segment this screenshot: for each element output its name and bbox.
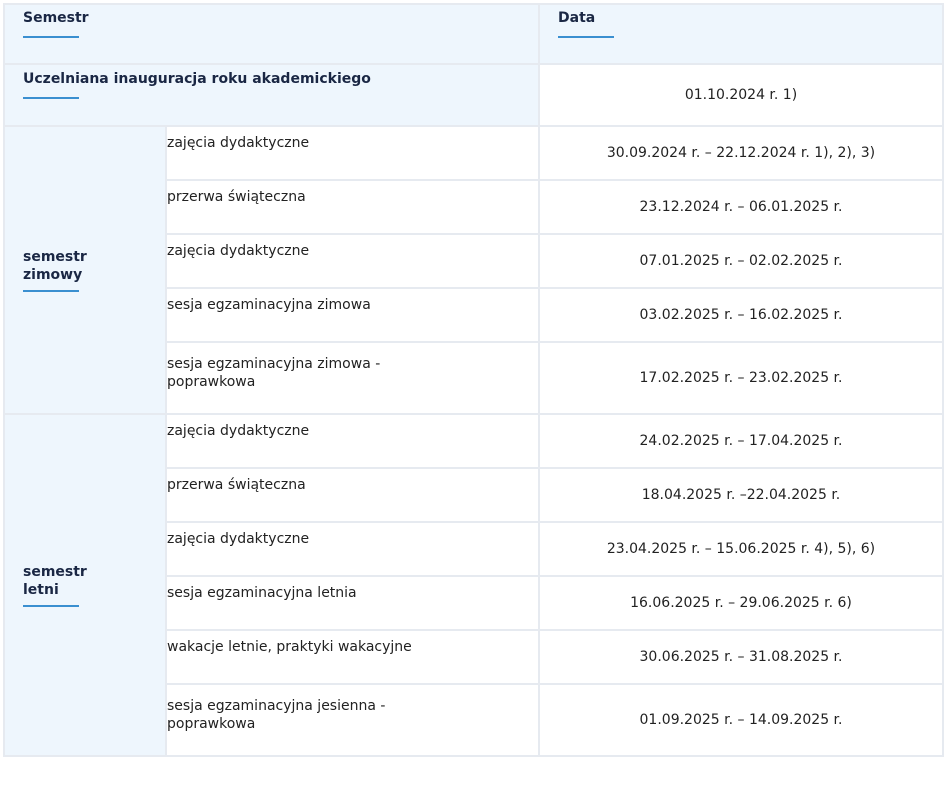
activity-cell: sesja egzaminacyjna zimowa - poprawkowa bbox=[165, 341, 540, 415]
semester-winter-label-1: semestr bbox=[23, 249, 87, 265]
activity-label: sesja egzaminacyjna jesienna - poprawkow… bbox=[167, 698, 386, 732]
semester-summer-cell: semestr letni bbox=[3, 413, 167, 757]
header-semestr-cell: Semestr bbox=[3, 3, 540, 65]
underline-accent bbox=[558, 36, 614, 38]
activity-cell: zajęcia dydaktyczne bbox=[165, 521, 540, 577]
activity-label: sesja egzaminacyjna zimowa bbox=[167, 297, 371, 313]
activity-cell: zajęcia dydaktyczne bbox=[165, 233, 540, 289]
activity-cell: sesja egzaminacyjna jesienna - poprawkow… bbox=[165, 683, 540, 757]
inauguration-label-cell: Uczelniana inauguracja roku akademickieg… bbox=[3, 63, 540, 127]
date-cell: 17.02.2025 r. – 23.02.2025 r. bbox=[538, 341, 944, 415]
underline-accent bbox=[23, 97, 79, 99]
activity-cell: wakacje letnie, praktyki wakacyjne bbox=[165, 629, 540, 685]
inauguration-date: 01.10.2024 r. 1) bbox=[538, 63, 944, 127]
inauguration-label: Uczelniana inauguracja roku akademickieg… bbox=[23, 71, 371, 87]
activity-label: zajęcia dydaktyczne bbox=[167, 531, 310, 547]
activity-label: przerwa świąteczna bbox=[167, 477, 306, 493]
semester-summer-label-2: letni bbox=[23, 582, 59, 598]
date-cell: 30.06.2025 r. – 31.08.2025 r. bbox=[538, 629, 944, 685]
activity-cell: przerwa świąteczna bbox=[165, 467, 540, 523]
header-data: Data bbox=[558, 10, 596, 26]
table-row: semestr letni zajęcia dydaktyczne 24.02.… bbox=[3, 413, 944, 757]
activity-label: przerwa świąteczna bbox=[167, 189, 306, 205]
inauguration-row: Uczelniana inauguracja roku akademickieg… bbox=[3, 63, 944, 127]
underline-accent bbox=[23, 605, 79, 607]
activity-cell: sesja egzaminacyjna letnia bbox=[165, 575, 540, 631]
header-data-cell: Data bbox=[538, 3, 944, 65]
table-header-row: Semestr Data bbox=[3, 3, 944, 65]
activity-label: zajęcia dydaktyczne bbox=[167, 135, 310, 151]
semester-winter-cell: semestr zimowy bbox=[3, 125, 167, 415]
semester-summer-label-1: semestr bbox=[23, 564, 87, 580]
activity-label: sesja egzaminacyjna zimowa - poprawkowa bbox=[167, 356, 381, 390]
activity-label: zajęcia dydaktyczne bbox=[167, 243, 310, 259]
date-cell: 30.09.2024 r. – 22.12.2024 r. 1), 2), 3) bbox=[538, 125, 944, 181]
activity-label: zajęcia dydaktyczne bbox=[167, 423, 310, 439]
activity-cell: przerwa świąteczna bbox=[165, 179, 540, 235]
date-cell: 23.04.2025 r. – 15.06.2025 r. 4), 5), 6) bbox=[538, 521, 944, 577]
date-cell: 18.04.2025 r. –22.04.2025 r. bbox=[538, 467, 944, 523]
date-cell: 03.02.2025 r. – 16.02.2025 r. bbox=[538, 287, 944, 343]
table-row: semestr zimowy zajęcia dydaktyczne 30.09… bbox=[3, 125, 944, 415]
academic-calendar-table: Semestr Data Uczelniana inauguracja roku… bbox=[3, 3, 944, 757]
activity-label: sesja egzaminacyjna letnia bbox=[167, 585, 357, 601]
underline-accent bbox=[23, 290, 79, 292]
date-cell: 07.01.2025 r. – 02.02.2025 r. bbox=[538, 233, 944, 289]
page: Semestr Data Uczelniana inauguracja roku… bbox=[0, 0, 948, 793]
date-cell: 16.06.2025 r. – 29.06.2025 r. 6) bbox=[538, 575, 944, 631]
activity-cell: sesja egzaminacyjna zimowa bbox=[165, 287, 540, 343]
header-semestr: Semestr bbox=[23, 10, 89, 26]
date-cell: 01.09.2025 r. – 14.09.2025 r. bbox=[538, 683, 944, 757]
activity-cell: zajęcia dydaktyczne bbox=[165, 413, 540, 469]
activity-cell: zajęcia dydaktyczne bbox=[165, 125, 540, 181]
underline-accent bbox=[23, 36, 79, 38]
date-cell: 23.12.2024 r. – 06.01.2025 r. bbox=[538, 179, 944, 235]
date-cell: 24.02.2025 r. – 17.04.2025 r. bbox=[538, 413, 944, 469]
semester-winter-label-2: zimowy bbox=[23, 267, 83, 283]
activity-label: wakacje letnie, praktyki wakacyjne bbox=[167, 639, 412, 655]
